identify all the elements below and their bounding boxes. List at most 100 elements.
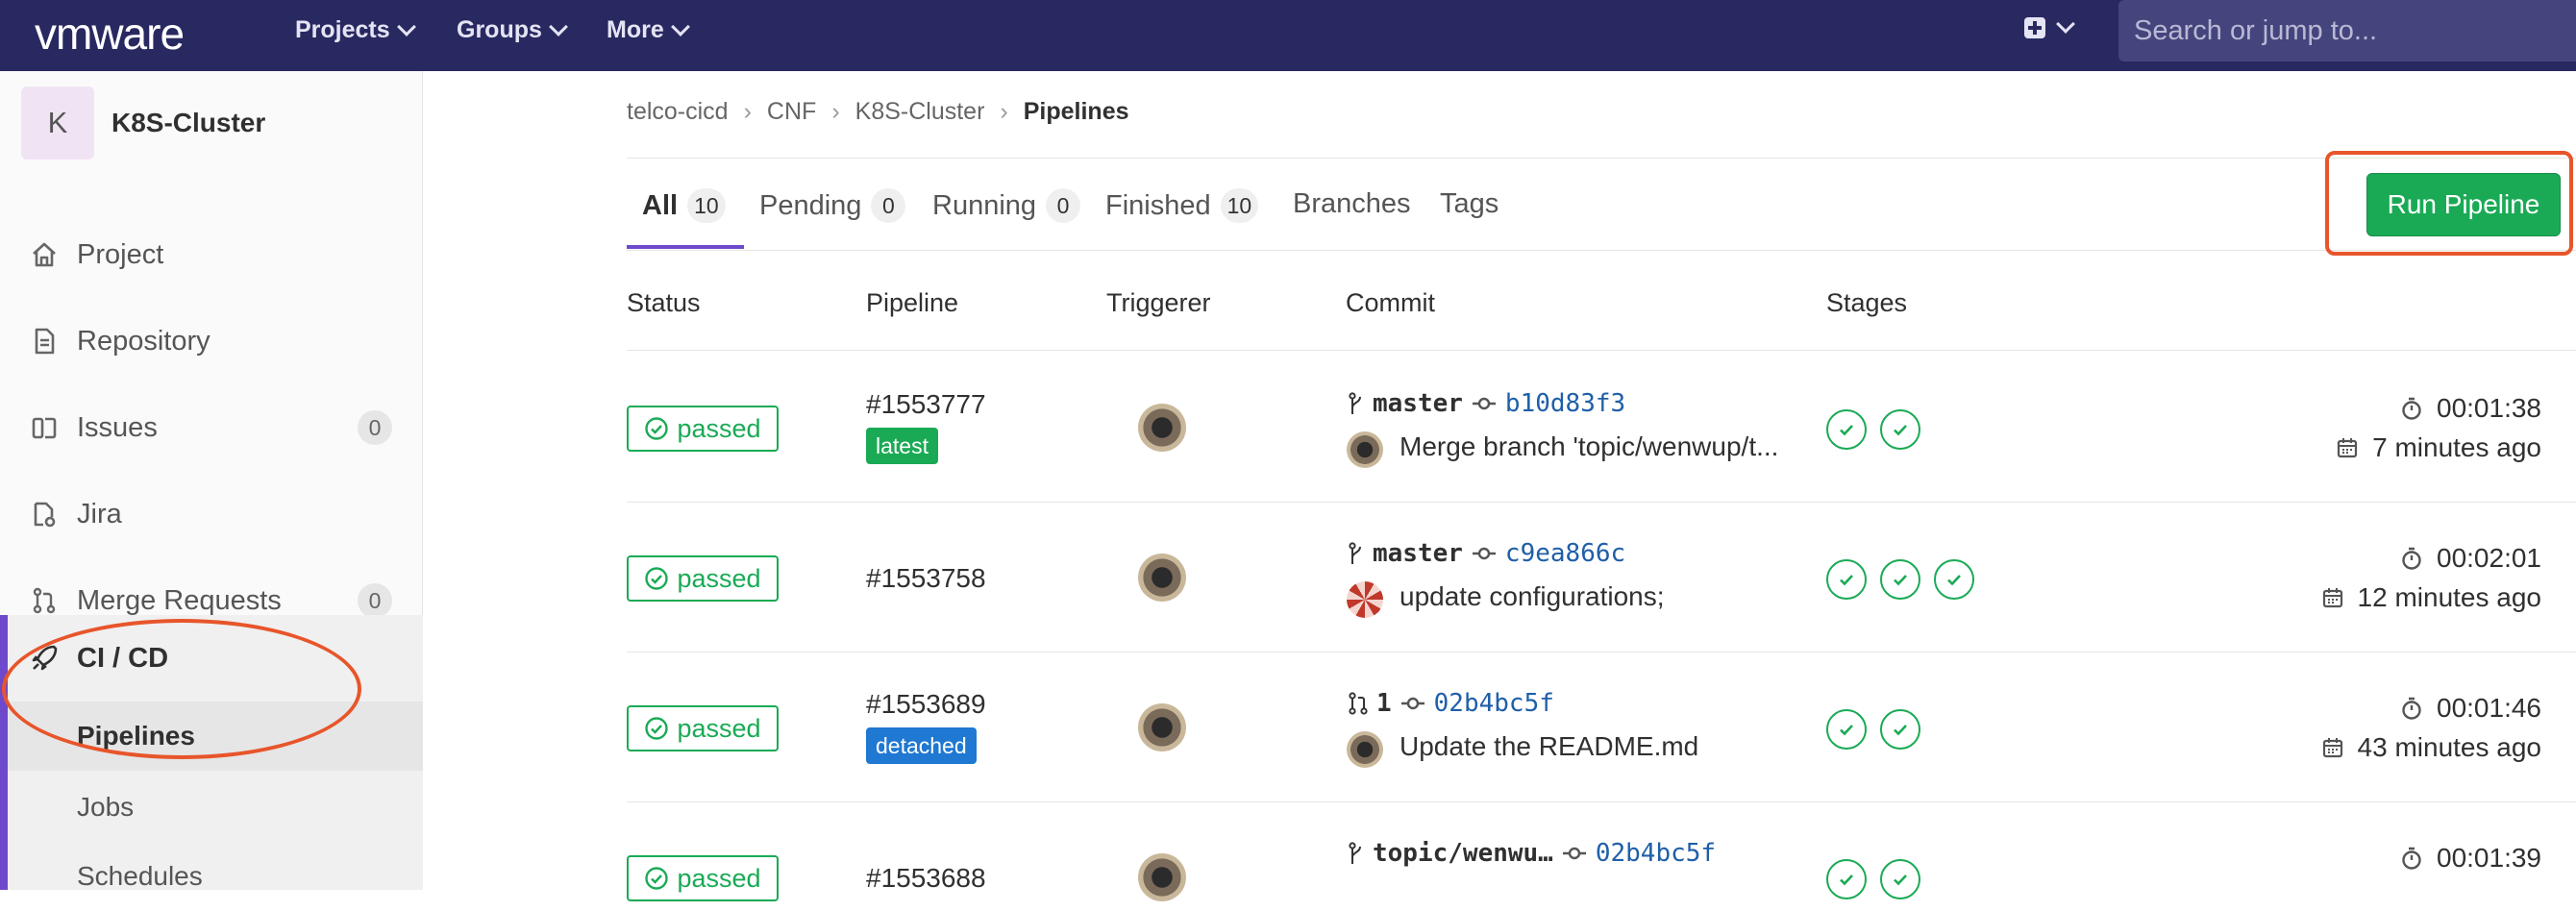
check-circle-icon [645, 567, 669, 590]
duration-line: 00:01:39 [2400, 843, 2541, 874]
tab-count-badge: 10 [687, 188, 726, 223]
breadcrumb: telco-cicd › CNF › K8S-Cluster › Pipelin… [627, 98, 1129, 126]
commit-sha-link[interactable]: c9ea866c [1505, 539, 1625, 568]
stage-passed-icon[interactable] [1880, 409, 1920, 450]
breadcrumb-item[interactable]: telco-cicd [627, 98, 729, 126]
tab-all[interactable]: All 10 [642, 188, 726, 223]
triggerer-avatar[interactable] [1138, 554, 1186, 602]
triggerer-avatar[interactable] [1138, 404, 1186, 452]
commit-sha-link[interactable]: 02b4bc5f [1434, 689, 1554, 718]
sidebar-subitem-pipelines[interactable]: Pipelines [8, 702, 423, 771]
run-pipeline-button[interactable]: Run Pipeline [2366, 173, 2561, 236]
tab-tags[interactable]: Tags [1440, 188, 1499, 220]
sidebar-item-issues[interactable]: Issues 0 [0, 384, 423, 471]
calendar-icon [2338, 438, 2358, 458]
merge-request-ref-link[interactable]: 1 [1376, 689, 1392, 718]
active-tab-indicator [627, 245, 744, 249]
branch-ref-link[interactable]: master [1373, 539, 1463, 568]
duration-line: 00:01:38 [2400, 393, 2541, 424]
stage-passed-icon[interactable] [1826, 409, 1867, 450]
stage-passed-icon[interactable] [1826, 859, 1867, 899]
sidebar-item-cicd[interactable]: CI / CD [8, 615, 423, 702]
sidebar-item-jira[interactable]: Jira [0, 471, 423, 557]
vmware-logo[interactable]: vmware [35, 8, 185, 60]
commit-author-avatar [1347, 581, 1383, 618]
sidebar-subitem-jobs[interactable]: Jobs [8, 773, 423, 842]
sidebar-item-label: Repository [77, 325, 211, 357]
tab-count-badge: 0 [1046, 188, 1081, 223]
stage-passed-icon[interactable] [1880, 709, 1920, 750]
tab-label: Pending [759, 189, 862, 221]
column-header-triggerer: Triggerer [1106, 288, 1211, 317]
nav-projects[interactable]: Projects [295, 16, 416, 44]
stage-passed-icon[interactable] [1880, 859, 1920, 899]
chevron-down-icon [549, 16, 568, 37]
check-circle-icon [645, 417, 669, 440]
branch-ref-link[interactable]: topic/wenwu… [1373, 839, 1553, 868]
duration-value: 00:01:39 [2437, 843, 2541, 873]
commit-message-link[interactable]: Merge branch 'topic/wenwup/t... [1399, 431, 1778, 462]
status-badge[interactable]: passed [627, 406, 779, 452]
finished-ago-line: 43 minutes ago [2321, 732, 2541, 763]
merge-requests-count-badge: 0 [358, 583, 392, 618]
tab-pending[interactable]: Pending 0 [759, 188, 906, 223]
nav-more-label: More [607, 16, 664, 43]
pipeline-id-link[interactable]: #1553688 [866, 863, 986, 894]
tab-finished[interactable]: Finished 10 [1105, 188, 1259, 223]
pipeline-id-link[interactable]: #1553758 [866, 563, 986, 594]
commit-sha-link[interactable]: 02b4bc5f [1596, 839, 1716, 868]
top-navbar: vmware Projects Groups More [0, 0, 2576, 71]
stage-passed-icon[interactable] [1934, 559, 1974, 600]
triggerer-avatar[interactable] [1138, 703, 1186, 751]
triggerer-avatar[interactable] [1138, 853, 1186, 901]
calendar-icon [2322, 738, 2342, 758]
stage-passed-icon[interactable] [1826, 559, 1867, 600]
chevron-right-icon: › [831, 98, 840, 125]
tab-branches[interactable]: Branches [1293, 188, 1411, 220]
stages-group [1826, 409, 1920, 450]
commit-ref-line: topic/wenwu… 02b4bc5f [1348, 839, 1716, 868]
commit-ref-line: master c9ea866c [1348, 539, 1625, 568]
sidebar-item-label: CI / CD [77, 642, 169, 674]
search-input[interactable] [2118, 0, 2576, 62]
breadcrumb-item[interactable]: CNF [767, 98, 816, 126]
status-badge[interactable]: passed [627, 705, 779, 751]
stage-passed-icon[interactable] [1826, 709, 1867, 750]
tabs-divider-bottom [627, 250, 2576, 251]
branch-icon [1349, 392, 1361, 414]
tab-label: Tags [1440, 188, 1499, 219]
pipeline-id-link[interactable]: #1553777 [866, 389, 986, 420]
tabs-divider-top [627, 158, 2576, 159]
rocket-icon [29, 643, 60, 674]
chevron-right-icon: › [1000, 98, 1008, 125]
commit-author-avatar [1347, 731, 1383, 768]
stage-passed-icon[interactable] [1880, 559, 1920, 600]
nav-groups[interactable]: Groups [457, 16, 568, 44]
breadcrumb-item[interactable]: K8S-Cluster [855, 98, 985, 126]
document-icon [29, 326, 60, 357]
timer-icon [2402, 847, 2421, 870]
status-badge[interactable]: passed [627, 855, 779, 901]
plus-square-icon [2024, 17, 2045, 38]
sidebar-item-repository[interactable]: Repository [0, 298, 423, 384]
sidebar-item-label: Merge Requests [77, 584, 282, 616]
column-header-status: Status [627, 288, 701, 317]
commit-sha-link[interactable]: b10d83f3 [1505, 389, 1625, 418]
chevron-down-icon [2056, 14, 2075, 34]
tab-running[interactable]: Running 0 [932, 188, 1081, 223]
breadcrumb-current[interactable]: Pipelines [1024, 98, 1129, 126]
commit-message-link[interactable]: update configurations; [1399, 581, 1665, 612]
sidebar-item-project[interactable]: Project [0, 211, 423, 298]
branch-icon [1349, 542, 1361, 564]
branch-ref-link[interactable]: master [1373, 389, 1463, 418]
new-dropdown-button[interactable] [2024, 14, 2075, 38]
status-badge[interactable]: passed [627, 555, 779, 602]
commit-message-link[interactable]: Update the README.md [1399, 731, 1698, 762]
commit-icon [1400, 697, 1424, 710]
pipeline-id-link[interactable]: #1553689 [866, 689, 986, 720]
project-header[interactable]: K K8S-Cluster [21, 86, 265, 160]
nav-more[interactable]: More [607, 16, 690, 44]
project-avatar: K [21, 86, 94, 160]
sidebar-subitem-schedules[interactable]: Schedules [8, 842, 423, 911]
duration-value: 00:02:01 [2437, 543, 2541, 573]
